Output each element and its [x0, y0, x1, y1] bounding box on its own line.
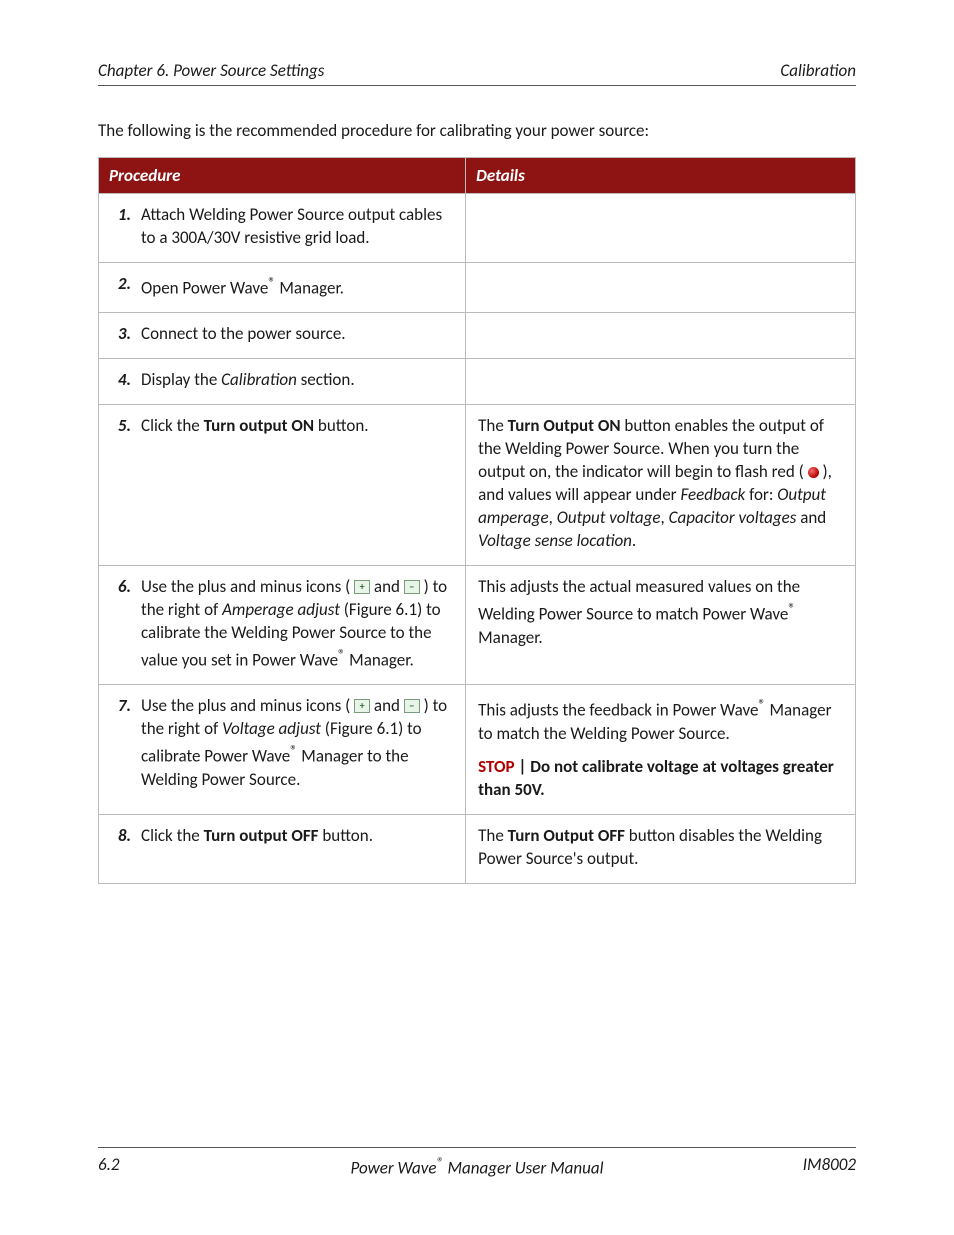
step-number: 5.: [111, 415, 131, 438]
step-number: 7.: [111, 695, 131, 791]
step-1: 1. Attach Welding Power Source output ca…: [111, 204, 453, 250]
step-4: 4. Display the Calibration section.: [111, 369, 453, 392]
details-8: The Turn Output OFF button disables the …: [466, 814, 856, 883]
footer-doc-id: IM8002: [803, 1154, 856, 1175]
step-number: 2.: [111, 273, 131, 301]
step-text: Click the Turn output OFF button.: [141, 825, 453, 848]
table-row: 7. Use the plus and minus icons ( + and …: [99, 685, 856, 814]
table-row: 6. Use the plus and minus icons ( + and …: [99, 565, 856, 684]
footer-title: Power Wave® Manager User Manual: [98, 1154, 856, 1179]
plus-icon: +: [354, 699, 370, 713]
stop-warning: Do not calibrate voltage at voltages gre…: [478, 756, 834, 800]
step-7: 7. Use the plus and minus icons ( + and …: [111, 695, 453, 791]
header-left: Chapter 6. Power Source Settings: [98, 60, 324, 81]
details-empty: [466, 359, 856, 405]
table-header-row: Procedure Details: [99, 158, 856, 194]
table-row: 1. Attach Welding Power Source output ca…: [99, 194, 856, 263]
step-number: 6.: [111, 576, 131, 672]
step-3: 3. Connect to the power source.: [111, 323, 453, 346]
step-6: 6. Use the plus and minus icons ( + and …: [111, 576, 453, 672]
table-row: 5. Click the Turn output ON button. The …: [99, 405, 856, 566]
step-text: Attach Welding Power Source output cable…: [141, 204, 453, 250]
table-row: 8. Click the Turn output OFF button. The…: [99, 814, 856, 883]
step-5: 5. Click the Turn output ON button.: [111, 415, 453, 438]
step-number: 8.: [111, 825, 131, 848]
step-text: Click the Turn output ON button.: [141, 415, 453, 438]
step-2: 2. Open Power Wave® Manager.: [111, 273, 453, 301]
step-number: 1.: [111, 204, 131, 250]
running-footer: 6.2 Power Wave® Manager User Manual IM80…: [98, 1147, 856, 1175]
footer-page-number: 6.2: [98, 1154, 120, 1175]
details-5: The Turn Output ON button enables the ou…: [466, 405, 856, 566]
details-empty: [466, 194, 856, 263]
step-text: Use the plus and minus icons ( + and − )…: [141, 695, 453, 791]
step-text: Connect to the power source.: [141, 323, 453, 346]
step-text: Open Power Wave® Manager.: [141, 273, 453, 301]
step-8: 8. Click the Turn output OFF button.: [111, 825, 453, 848]
step-number: 4.: [111, 369, 131, 392]
stop-label: STOP: [478, 756, 514, 777]
table-row: 2. Open Power Wave® Manager.: [99, 262, 856, 313]
minus-icon: −: [404, 699, 420, 713]
details-7: This adjusts the feedback in Power Wave®…: [466, 685, 856, 814]
step-text: Use the plus and minus icons ( + and − )…: [141, 576, 453, 672]
minus-icon: −: [404, 580, 420, 594]
details-empty: [466, 313, 856, 359]
procedure-table: Procedure Details 1. Attach Welding Powe…: [98, 157, 856, 884]
red-indicator-icon: [808, 467, 819, 478]
table-row: 4. Display the Calibration section.: [99, 359, 856, 405]
plus-icon: +: [354, 580, 370, 594]
step-text: Display the Calibration section.: [141, 369, 453, 392]
details-empty: [466, 262, 856, 313]
intro-paragraph: The following is the recommended procedu…: [98, 120, 856, 141]
step-number: 3.: [111, 323, 131, 346]
table-row: 3. Connect to the power source.: [99, 313, 856, 359]
details-6: This adjusts the actual measured values …: [466, 565, 856, 684]
header-right: Calibration: [780, 60, 856, 81]
col-header-procedure: Procedure: [99, 158, 466, 194]
running-header: Chapter 6. Power Source Settings Calibra…: [98, 60, 856, 86]
col-header-details: Details: [466, 158, 856, 194]
